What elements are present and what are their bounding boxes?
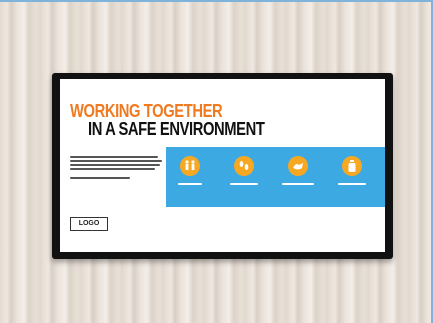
sanitizer-icon (342, 156, 362, 176)
distancing-people-icon (180, 156, 200, 176)
tv-screen: WORKING TOGETHER IN A SAFE ENVIRONMENT L… (60, 79, 385, 252)
safety-icons-panel (166, 147, 385, 207)
headline-line-2: IN A SAFE ENVIRONMENT (88, 119, 265, 139)
logo-placeholder: LOGO (70, 217, 108, 231)
tv-display: WORKING TOGETHER IN A SAFE ENVIRONMENT L… (52, 73, 393, 259)
footprints-icon (234, 156, 254, 176)
handwashing-icon (288, 156, 308, 176)
body-text-block (70, 156, 166, 181)
wood-wall-background: WORKING TOGETHER IN A SAFE ENVIRONMENT L… (0, 0, 433, 323)
